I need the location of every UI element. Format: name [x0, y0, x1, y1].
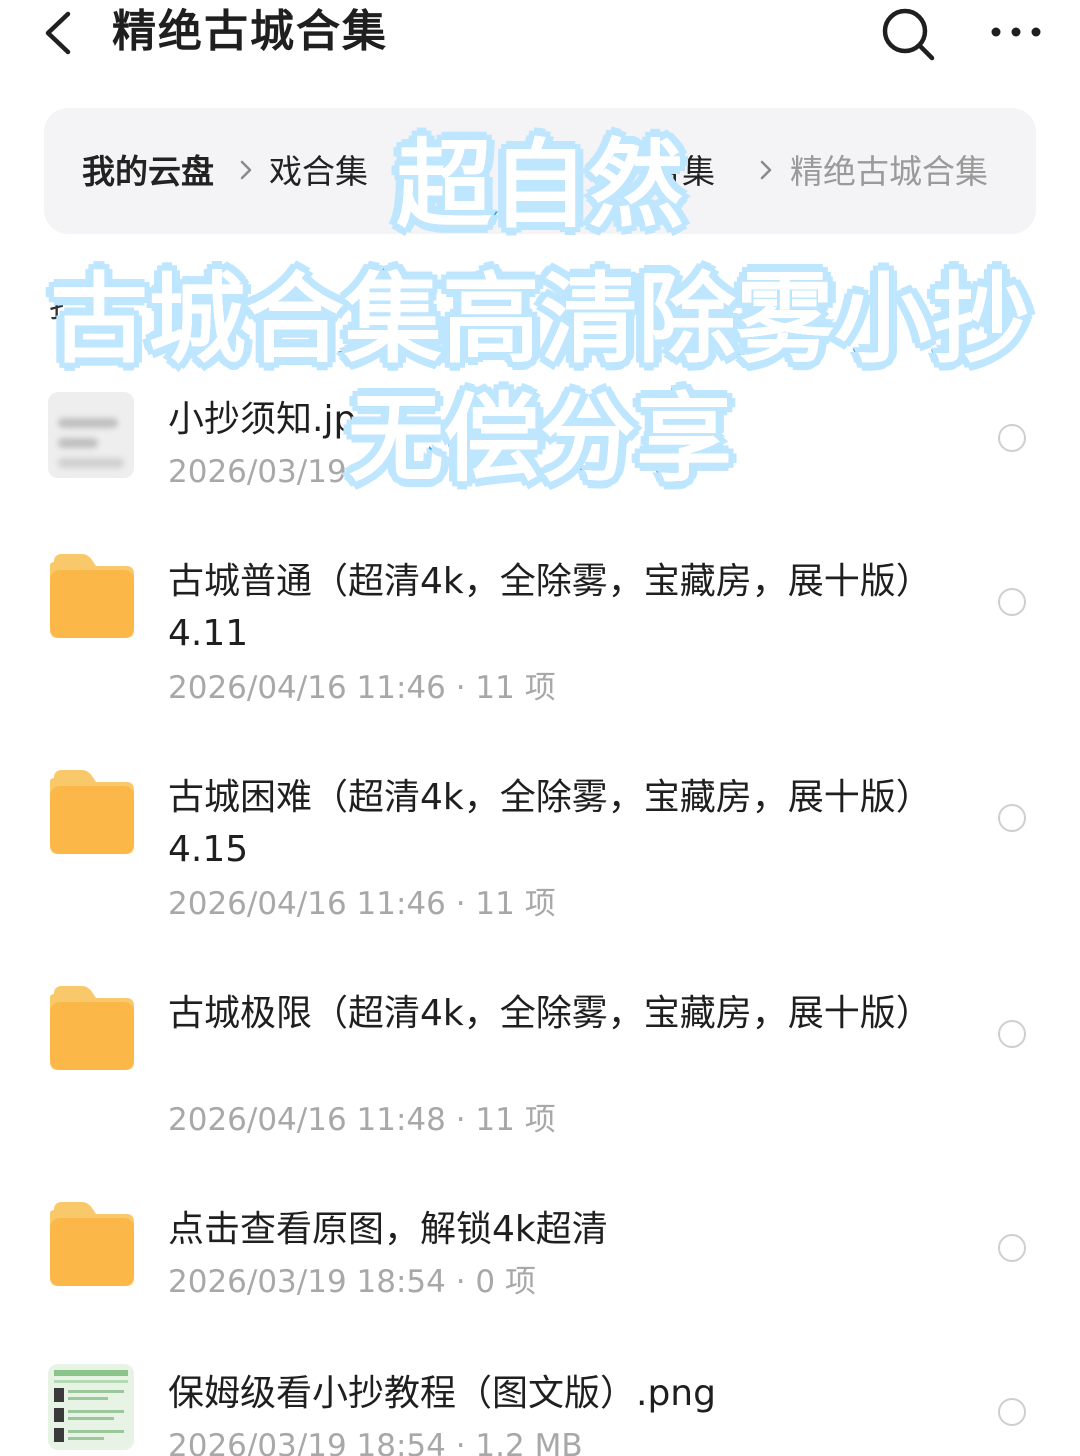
list-item[interactable]: 点击查看原图，解锁4k超清 2026/03/19 18:54 · 0 项	[0, 1200, 1080, 1310]
select-radio[interactable]	[998, 804, 1026, 832]
file-meta: 2026/03/19 18:54 · 1.2 MB	[168, 1428, 583, 1456]
select-radio[interactable]	[998, 1398, 1026, 1426]
file-meta: 2026/04/16 11:48 · 11 项	[168, 1102, 556, 1138]
file-meta: 2026/03/19 18:54 · 0 项	[168, 1264, 537, 1300]
file-name: 小抄须知.jp	[168, 399, 357, 440]
image-thumbnail	[48, 1364, 134, 1450]
file-thumbnail	[48, 392, 134, 478]
folder-icon	[50, 986, 134, 1070]
file-meta: 2026/03/19	[168, 454, 347, 490]
folder-icon	[50, 770, 134, 854]
folder-icon	[50, 1202, 134, 1286]
file-name: 古城极限（超清4k，全除雾，宝藏房，展十版）	[168, 993, 932, 1034]
list-item[interactable]: 古城普通（超清4k，全除雾，宝藏房，展十版）4.11 2026/04/16 11…	[0, 550, 1080, 720]
select-radio[interactable]	[998, 588, 1026, 616]
list-item[interactable]: 古城困难（超清4k，全除雾，宝藏房，展十版）4.15 2026/04/16 11…	[0, 766, 1080, 936]
file-name: 古城困难（超清4k，全除雾，宝藏房，展十版）4.15	[168, 777, 932, 870]
select-radio[interactable]	[998, 1234, 1026, 1262]
file-name: 点击查看原图，解锁4k超清	[168, 1209, 608, 1250]
file-name: 保姆级看小抄教程（图文版）.png	[168, 1373, 716, 1414]
file-browser-screen: 精绝古城合集 我的云盘 戏合集 合集 精绝古城合集 扌 小抄须知.jp 2026…	[0, 0, 1080, 1456]
file-list: 小抄须知.jp 2026/03/19 古城普通（超清4k，全除雾，宝藏房，展十版…	[0, 0, 1080, 1456]
select-radio[interactable]	[998, 424, 1026, 452]
file-meta: 2026/04/16 11:46 · 11 项	[168, 886, 556, 922]
list-item[interactable]: 保姆级看小抄教程（图文版）.png 2026/03/19 18:54 · 1.2…	[0, 1364, 1080, 1456]
select-radio[interactable]	[998, 1020, 1026, 1048]
file-name: 古城普通（超清4k，全除雾，宝藏房，展十版）4.11	[168, 561, 932, 654]
folder-icon	[50, 554, 134, 638]
list-item[interactable]: 古城极限（超清4k，全除雾，宝藏房，展十版） 2026/04/16 11:48 …	[0, 982, 1080, 1152]
file-thumbnail	[48, 1364, 134, 1450]
blurred-image-thumbnail	[48, 392, 134, 478]
list-item[interactable]: 小抄须知.jp 2026/03/19	[0, 380, 1080, 500]
file-meta: 2026/04/16 11:46 · 11 项	[168, 670, 556, 706]
